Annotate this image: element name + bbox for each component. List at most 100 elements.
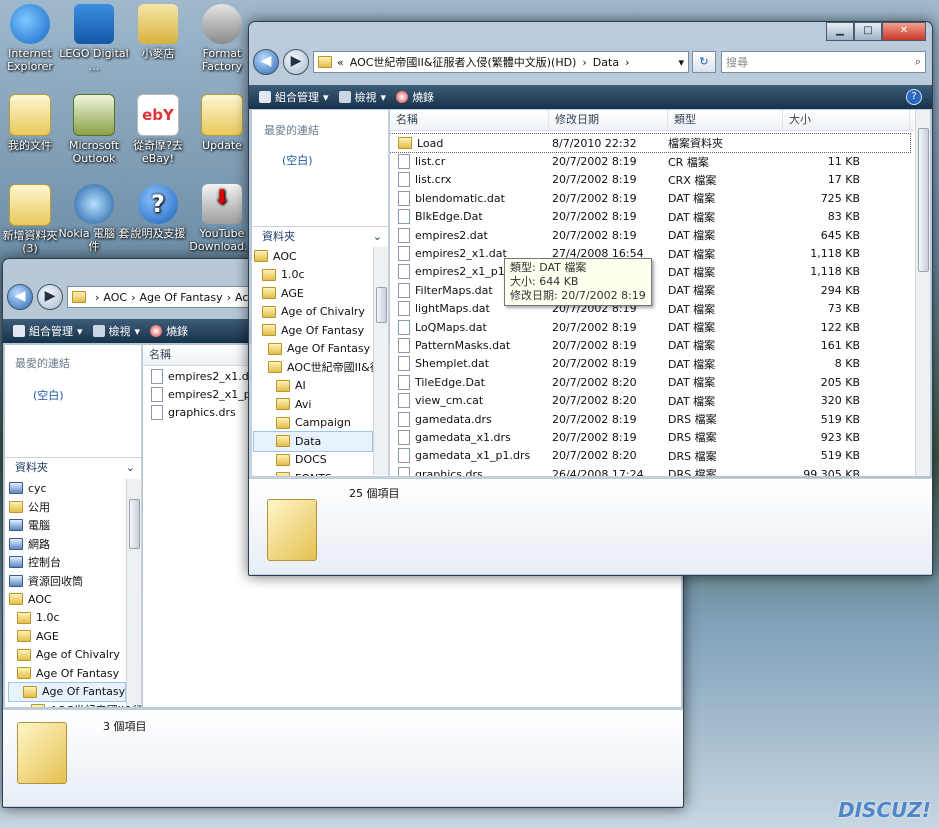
front-explorer-window[interactable]: ▁ □ ✕ ◀ ▶ « AOC世紀帝國II&征服者入侵(繁體中文版)(HD) ›… [248,21,933,576]
desktop-shortcut[interactable]: Microsoft Outlook [58,94,130,165]
breadcrumb-overflow[interactable]: « [337,56,344,69]
tree-item[interactable]: AI [254,377,372,396]
file-row[interactable]: TileEdge.Dat 20/7/2002 8:20 DAT 檔案 205 KB [390,373,910,391]
tree-item[interactable]: DOCS [254,451,372,470]
breadcrumb-item[interactable]: Ac [235,291,248,304]
search-icon[interactable]: ⌕ [915,55,921,69]
tree-item[interactable]: Age Of Fantasy [8,681,126,702]
file-row[interactable]: list.crx 20/7/2002 8:19 CRX 檔案 17 KB [390,171,910,189]
search-input[interactable]: 搜尋 ⌕ [721,51,926,73]
back-address-bar[interactable]: › AOC › Age Of Fantasy › Ac [67,286,252,308]
back-tree-scrollbar[interactable] [126,479,141,705]
front-file-scrollbar[interactable] [915,110,930,476]
breadcrumb-item[interactable]: Data [593,56,619,69]
tree-item[interactable]: Campaign [254,414,372,433]
tree-item[interactable]: 電腦 [9,516,125,535]
desktop-shortcut[interactable]: 小麥店 [122,4,194,60]
back-icon[interactable]: ◀ [253,49,279,75]
file-row[interactable]: gamedata_x1.drs 20/7/2002 8:19 DRS 檔案 923 K… [390,428,910,446]
desktop-shortcut[interactable]: ebY 從奇摩?去 eBay! [122,94,194,165]
column-size-header[interactable]: 大小 [783,110,910,130]
tree-item[interactable]: 網路 [9,535,125,554]
view-button[interactable]: 檢視 ▾ [92,323,140,339]
file-row[interactable]: list.cr 20/7/2002 8:19 CR 檔案 11 KB [390,152,910,170]
column-date-header[interactable]: 修改日期 [549,110,668,130]
desktop-shortcut[interactable]: 新增資料夾 (3) [0,184,66,255]
tree-item[interactable]: AOC世紀帝國II&征 [9,701,141,707]
help-icon[interactable]: ? [906,89,922,105]
tree-item[interactable]: AGE [9,627,125,646]
desktop-shortcut[interactable]: ? 說明及支援 [122,184,194,240]
tree-item[interactable]: 1.0c [9,609,125,628]
window-buttons: ▁ □ ✕ [826,22,926,41]
column-name-header[interactable]: 名稱 [143,345,260,365]
column-name-header[interactable]: 名稱 [390,110,549,130]
tree-item[interactable]: AOC [9,590,125,609]
file-row[interactable]: Shemplet.dat 20/7/2002 8:19 DAT 檔案 8 KB [390,355,910,373]
file-row[interactable]: empires2.dat 20/7/2002 8:19 DAT 檔案 645 KB [390,226,910,244]
tree-item[interactable]: AGE [254,284,372,303]
tree-item[interactable]: Data [253,431,373,452]
address-dropdown-icon[interactable]: ▾ [678,56,684,69]
breadcrumb-item[interactable]: AOC [103,291,127,304]
desktop-shortcut[interactable]: 我的文件 [0,94,66,152]
file-row[interactable]: Load 8/7/2010 22:32 檔案資料夾 [390,132,911,154]
file-row[interactable]: blendomatic.dat 20/7/2002 8:19 DAT 檔案 725 K… [390,189,910,207]
tree-item[interactable]: 公用 [9,498,125,517]
tree-item[interactable]: FONTS [254,469,372,476]
view-button[interactable]: 檢視 ▾ [338,89,386,105]
tree-item[interactable]: 資源回收筒 [9,572,125,591]
breadcrumb-item[interactable]: AOC世紀帝國II&征服者入侵(繁體中文版)(HD) [350,54,577,70]
favorites-empty-link[interactable]: (空白) [282,152,388,168]
tree-item[interactable]: Age Of Fantasy [9,664,125,683]
scroll-thumb[interactable] [918,128,929,272]
folders-header[interactable]: 資料夾 ⌄ [5,457,141,476]
back-window-back-icon[interactable]: ◀ [7,284,33,310]
back-column-header[interactable]: 名稱 [143,345,263,366]
file-row[interactable]: BlkEdge.Dat 20/7/2002 8:19 DAT 檔案 83 KB [390,208,910,226]
address-bar[interactable]: « AOC世紀帝國II&征服者入侵(繁體中文版)(HD) › Data › ▾ [313,51,689,73]
tree-item[interactable]: Avi [254,395,372,414]
tree-item[interactable]: AOC [254,247,372,266]
desktop-shortcut-label: 新增資料夾 (3) [2,229,58,255]
tree-item[interactable]: cyc [9,479,125,498]
file-row[interactable]: graphics.drs 26/4/2008 17:24 DRS 檔案 99,305 … [390,465,910,476]
column-type-header[interactable]: 類型 [668,110,783,130]
desktop-shortcut[interactable]: LEGO Digital ... [58,4,130,73]
file-name: view_cm.cat [415,394,484,408]
front-tree-scrollbar[interactable] [373,247,388,475]
desktop-shortcut[interactable]: Internet Explorer [0,4,66,73]
file-row[interactable]: graphics.drs [143,404,263,422]
close-icon[interactable]: ✕ [882,22,926,41]
organize-button[interactable]: 組合管理 ▾ [13,323,83,339]
file-row[interactable]: empires2_x1_p1.d [143,385,263,403]
minimize-icon[interactable]: ▁ [826,22,854,41]
forward-icon[interactable]: ▶ [283,49,309,75]
tree-item[interactable]: 1.0c [254,266,372,285]
desktop-shortcut[interactable]: Nokia 電腦 套件 [58,184,130,253]
scroll-thumb[interactable] [129,499,140,549]
folders-header[interactable]: 資料夾 ⌄ [252,226,388,245]
favorites-empty-link[interactable]: (空白) [33,387,141,403]
breadcrumb-item[interactable]: Age Of Fantasy [139,291,222,304]
file-row[interactable]: LoQMaps.dat 20/7/2002 8:19 DAT 檔案 122 KB [390,318,910,336]
scroll-thumb[interactable] [376,287,387,323]
tree-item[interactable]: Age of Chivalry [9,646,125,665]
tree-item[interactable]: 控制台 [9,553,125,572]
file-row[interactable]: gamedata_x1_p1.drs 20/7/2002 8:20 DRS 檔案 51… [390,447,910,465]
file-row[interactable]: PatternMasks.dat 20/7/2002 8:19 DAT 檔案 161 … [390,336,910,354]
file-row[interactable]: view_cm.cat 20/7/2002 8:20 DAT 檔案 320 KB [390,391,910,409]
back-window-forward-icon[interactable]: ▶ [37,284,63,310]
file-date: 20/7/2002 8:19 [552,173,637,187]
refresh-icon[interactable]: ↻ [692,51,716,73]
burn-button[interactable]: 燒錄 [150,323,188,339]
file-row[interactable]: gamedata.drs 20/7/2002 8:19 DRS 檔案 519 KB [390,410,910,428]
tree-item[interactable]: Age Of Fantasy [254,321,372,340]
burn-button[interactable]: 燒錄 [396,89,434,105]
tree-item[interactable]: Age Of Fantasy [254,340,372,359]
tree-item[interactable]: AOC世紀帝國II&征 [254,358,381,377]
tree-item[interactable]: Age of Chivalry [254,303,372,322]
organize-button[interactable]: 組合管理 ▾ [259,89,329,105]
maximize-icon[interactable]: □ [854,22,882,41]
file-row[interactable]: empires2_x1.dat [143,367,263,385]
